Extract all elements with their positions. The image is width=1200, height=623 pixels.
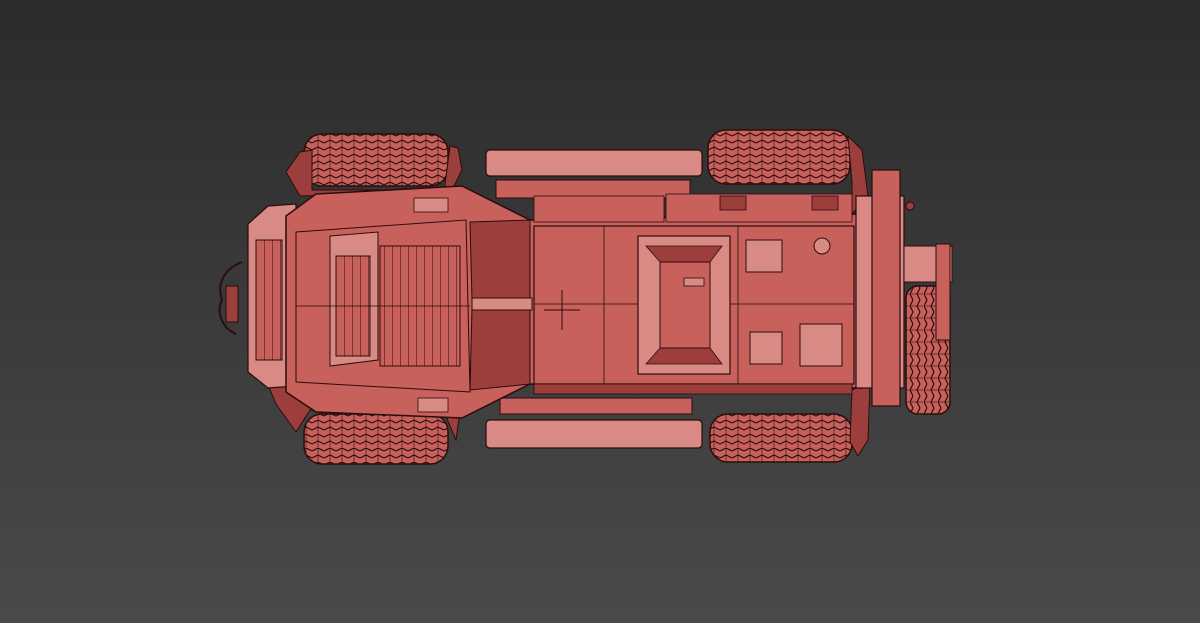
roof-port [813,237,831,255]
roof-hatch-bevel [645,245,723,263]
right-running-board [485,419,703,449]
hinge-2 [811,195,839,211]
door-left [533,195,665,223]
wheel-rear-right [709,413,853,463]
viewport-canvas[interactable] [0,0,1200,623]
roof-vent-3 [799,323,843,367]
wheel-front-left [303,133,449,187]
front-left-plate [413,197,449,213]
front-grille [255,239,283,361]
cowl-left [469,219,531,301]
3d-viewport[interactable] [0,0,1200,623]
hatch-handle [683,277,705,287]
hinge-1 [719,195,747,211]
cowl-divider [471,297,533,311]
rear-bracket [935,243,951,341]
wheel-rear-left [707,129,851,185]
tow-hook [225,285,239,323]
rear-panel [871,169,901,407]
left-step-rail [495,179,691,199]
cowl-right [469,307,531,391]
roof-vent-2 [749,331,783,365]
right-step-rail [499,397,693,415]
roof-vent-1 [745,239,783,273]
roof-hatch-bevel-bottom [645,347,723,365]
wheel-front-right [303,413,449,465]
left-running-board [485,149,703,177]
door-right [533,383,853,395]
front-right-plate [417,397,449,413]
rear-light [905,201,915,211]
roof-hatch-lid[interactable] [659,261,711,349]
